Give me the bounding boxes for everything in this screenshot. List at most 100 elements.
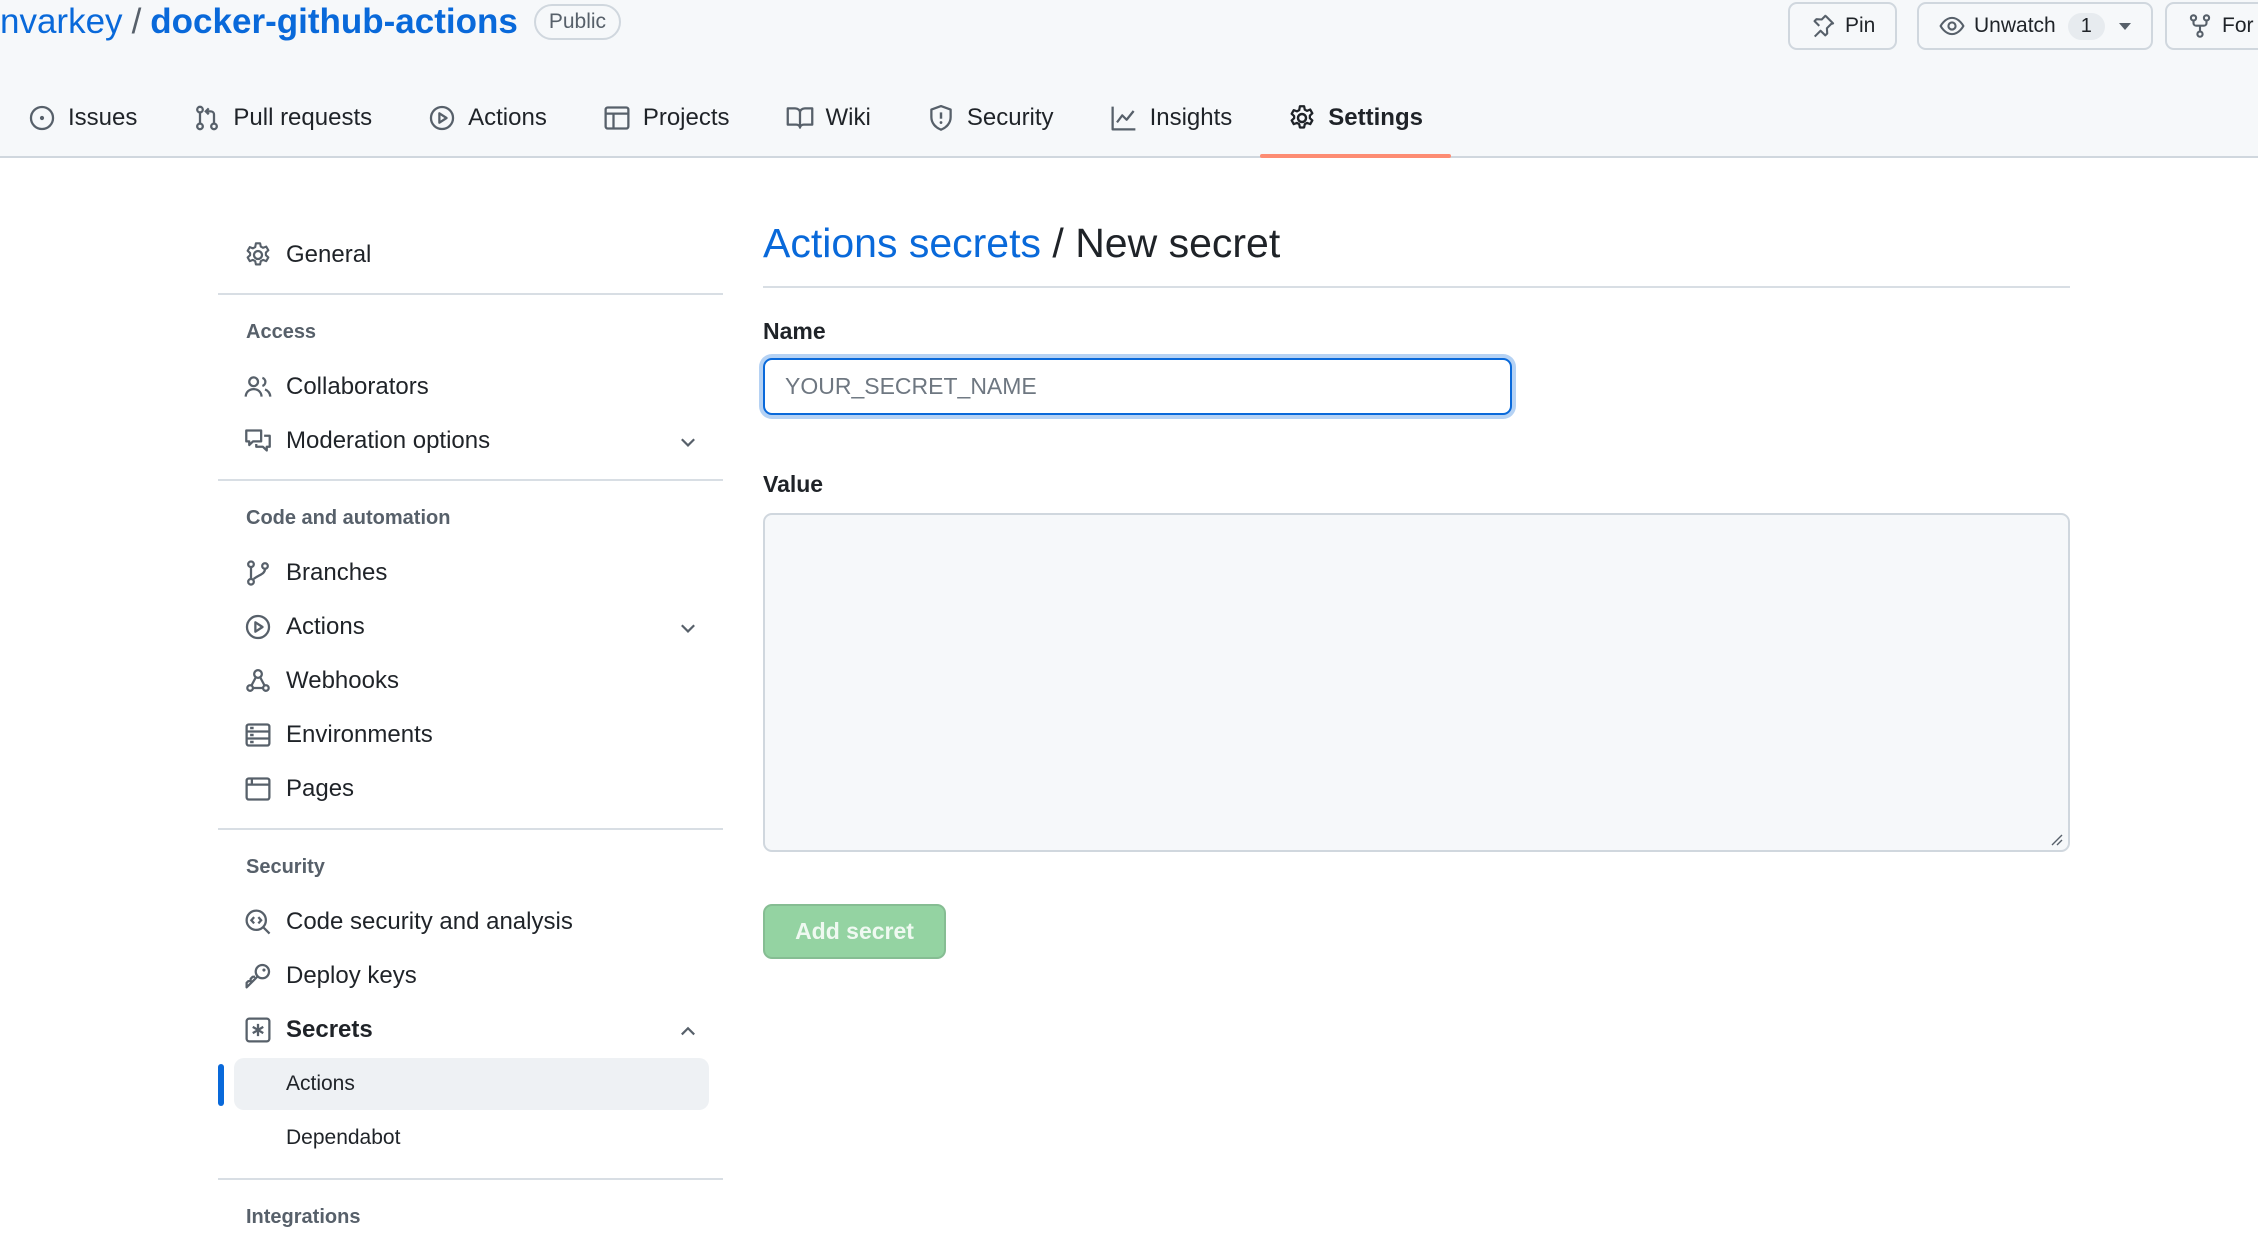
sidebar-item-label: Branches <box>286 559 388 586</box>
sidebar-item-label: Actions <box>286 613 365 640</box>
server-icon <box>245 723 271 747</box>
sidebar-item-label: Secrets <box>286 1016 373 1043</box>
sidebar-item-webhooks[interactable]: Webhooks <box>244 661 699 701</box>
key-icon <box>245 963 271 989</box>
table-icon <box>604 106 630 130</box>
asterisk-icon <box>245 1017 271 1043</box>
secret-value-textarea[interactable] <box>763 513 2070 852</box>
graph-icon <box>1111 106 1135 131</box>
repo-title: nvarkey / docker-github-actions Public <box>0 0 622 44</box>
tab-label: Insights <box>1149 104 1233 131</box>
unwatch-button[interactable]: Unwatch 1 <box>1917 2 2153 50</box>
value-label: Value <box>763 471 824 497</box>
sidebar-item-label: Webhooks <box>286 667 399 694</box>
add-secret-button[interactable]: Add secret <box>763 904 946 959</box>
breadcrumb-actions-secrets-link[interactable]: Actions secrets <box>763 220 1041 266</box>
sidebar-subitem-label: Dependabot <box>286 1126 401 1149</box>
sidebar-subitem-label: Actions <box>286 1072 355 1095</box>
tab-wiki[interactable]: Wiki <box>758 84 899 152</box>
tab-insights[interactable]: Insights <box>1082 84 1261 152</box>
sidebar-item-label: Deploy keys <box>286 962 417 989</box>
sidebar-item-moderation[interactable]: Moderation options <box>244 421 699 461</box>
active-indicator <box>218 1064 224 1106</box>
webhook-icon <box>246 669 270 692</box>
browser-icon <box>245 777 271 801</box>
sidebar-item-environments[interactable]: Environments <box>244 715 699 755</box>
breadcrumb-separator: / <box>1041 220 1076 266</box>
repo-separator: / <box>131 2 142 41</box>
book-icon <box>786 107 813 129</box>
tab-label: Actions <box>468 104 547 131</box>
pin-label: Pin <box>1845 14 1876 37</box>
sidebar-item-deploy-keys[interactable]: Deploy keys <box>244 956 699 996</box>
title-divider <box>763 286 2070 288</box>
chevron-down-icon[interactable] <box>677 431 699 453</box>
play-icon <box>429 105 455 131</box>
comment-discussion-icon <box>245 429 271 452</box>
pin-icon <box>1813 14 1835 38</box>
sidebar-heading-access: Access <box>246 321 317 343</box>
git-pull-request-icon <box>196 105 219 131</box>
sidebar-divider <box>218 479 723 481</box>
sidebar-item-label: Pages <box>286 775 355 802</box>
git-branch-icon <box>247 560 269 586</box>
repo-owner-link[interactable]: nvarkey <box>0 2 123 42</box>
tab-label: Wiki <box>825 104 871 131</box>
repo-nav-tabs: Issues Pull requests Actions Projects Wi… <box>0 84 1451 158</box>
sidebar-item-actions[interactable]: Actions <box>244 607 699 647</box>
tab-projects[interactable]: Projects <box>575 84 758 152</box>
pin-button[interactable]: Pin <box>1788 2 1898 50</box>
sidebar-item-label: General <box>286 241 372 268</box>
page-title-text: New secret <box>1075 220 1281 266</box>
tab-label: Security <box>966 104 1054 131</box>
tab-security[interactable]: Security <box>899 84 1082 152</box>
sidebar-item-label: Environments <box>286 721 433 748</box>
eye-icon <box>1939 16 1965 36</box>
sidebar-divider <box>218 828 723 830</box>
tab-label: Issues <box>68 104 138 131</box>
watch-count: 1 <box>2067 12 2105 40</box>
repo-header: nvarkey / docker-github-actions Public P… <box>0 0 2258 158</box>
sidebar-item-secrets[interactable]: Secrets <box>244 1010 699 1050</box>
sidebar-subitem-secrets-actions[interactable]: Actions <box>234 1058 709 1110</box>
sidebar-item-label: Moderation options <box>286 427 491 454</box>
sidebar-heading-code-automation: Code and automation <box>246 507 451 529</box>
visibility-badge: Public <box>533 4 622 40</box>
sidebar-divider <box>218 1178 723 1180</box>
fork-label: For <box>2222 14 2254 37</box>
tab-label: Pull requests <box>233 104 373 131</box>
tab-settings[interactable]: Settings <box>1260 84 1451 158</box>
sidebar-item-pages[interactable]: Pages <box>244 769 699 809</box>
tab-pull-requests[interactable]: Pull requests <box>165 84 400 152</box>
repo-forked-icon <box>2189 14 2211 38</box>
people-icon <box>244 376 272 397</box>
gear-icon <box>246 242 270 266</box>
sidebar-item-label: Code security and analysis <box>286 908 573 935</box>
caret-down-icon <box>2118 22 2131 30</box>
sidebar-heading-security: Security <box>246 856 325 878</box>
sidebar-subitem-secrets-dependabot[interactable]: Dependabot <box>234 1112 709 1164</box>
sidebar-divider <box>218 293 723 295</box>
name-label: Name <box>763 318 826 344</box>
sidebar-item-general[interactable]: General <box>244 235 699 275</box>
sidebar-item-branches[interactable]: Branches <box>244 553 699 593</box>
tab-actions[interactable]: Actions <box>400 84 575 152</box>
tab-issues[interactable]: Issues <box>0 84 165 152</box>
unwatch-label: Unwatch <box>1974 14 2056 37</box>
play-icon <box>245 614 271 640</box>
sidebar-item-collaborators[interactable]: Collaborators <box>244 367 699 407</box>
fork-button[interactable]: For <box>2165 2 2258 50</box>
chevron-down-icon[interactable] <box>677 617 699 639</box>
repo-name-link[interactable]: docker-github-actions <box>150 2 518 42</box>
sidebar-item-code-security[interactable]: Code security and analysis <box>244 902 699 942</box>
resize-grip-icon[interactable] <box>2047 830 2063 846</box>
tab-label: Settings <box>1328 104 1423 131</box>
chevron-up-icon[interactable] <box>677 1020 699 1042</box>
sidebar-item-label: Collaborators <box>286 373 429 400</box>
issue-opened-icon <box>29 105 55 131</box>
page-title: Actions secrets / New secret <box>763 220 1280 267</box>
codescan-icon <box>245 909 271 935</box>
secret-name-input[interactable] <box>763 358 1512 415</box>
shield-icon <box>930 104 952 131</box>
sidebar-heading-integrations: Integrations <box>246 1206 361 1228</box>
